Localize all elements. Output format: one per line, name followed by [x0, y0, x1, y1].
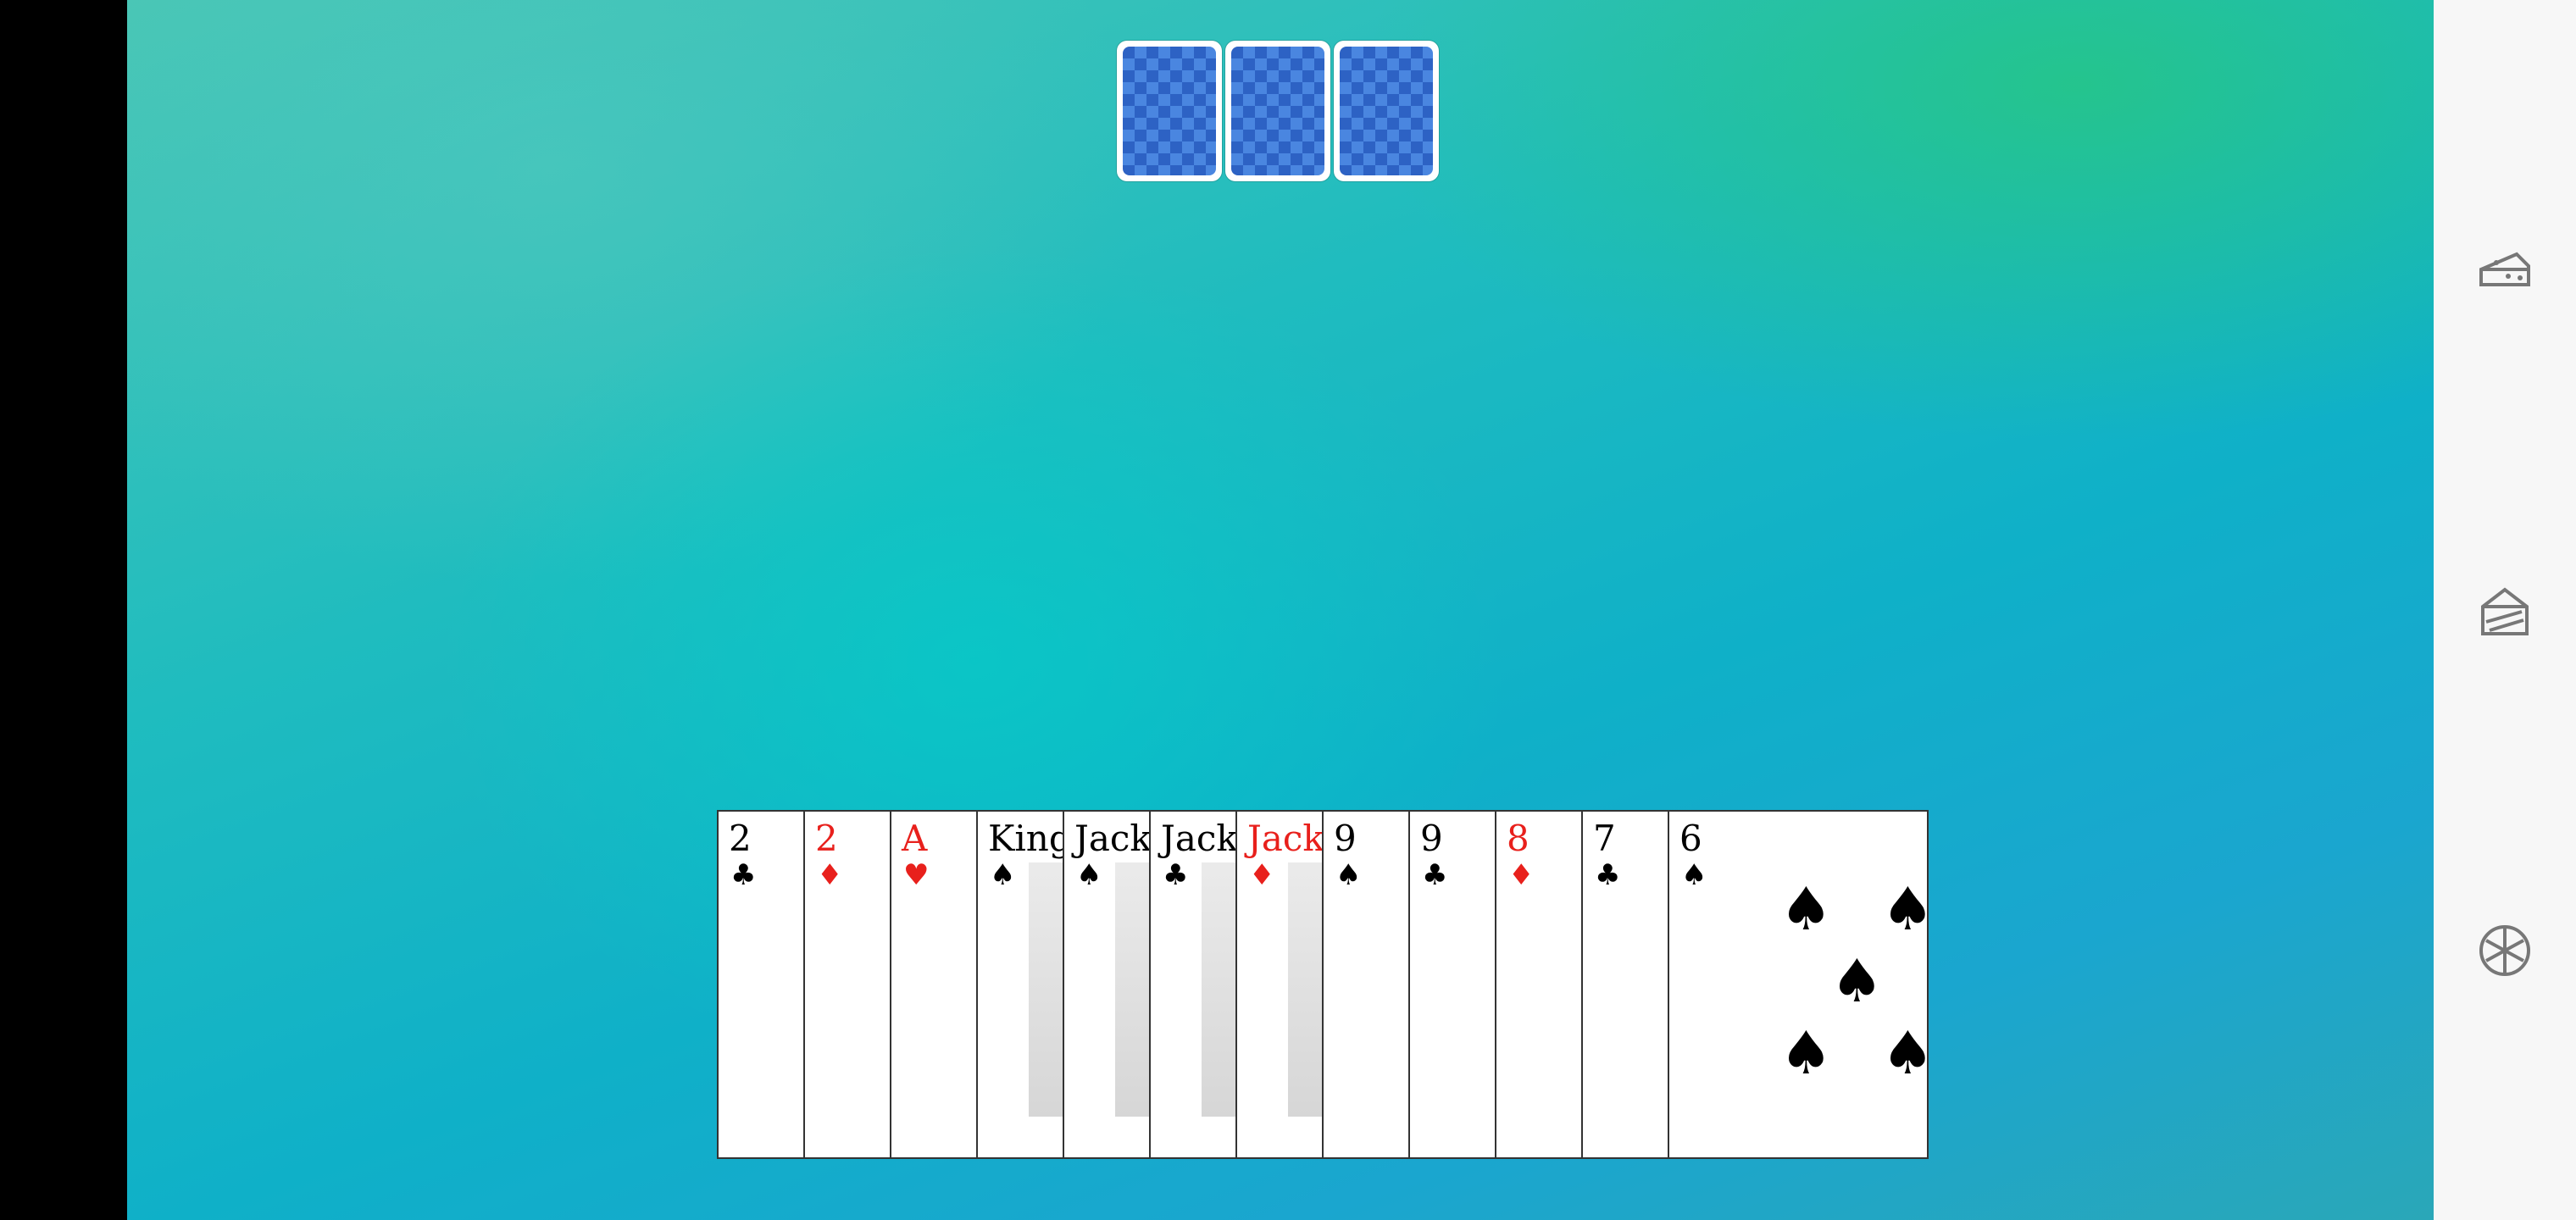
card-pip: ♠ [1881, 879, 1927, 939]
card-suit: ♠ [990, 858, 1016, 892]
settings-wheel-button[interactable] [2471, 917, 2539, 984]
card-suit: ♦ [1249, 858, 1275, 892]
settings-wheel-icon [2479, 925, 2530, 976]
cake-slice-icon [2479, 252, 2530, 286]
opponent-card-back [1334, 41, 1439, 181]
opponent-card-back [1225, 41, 1330, 181]
card-suit: ♣ [730, 858, 757, 892]
card-suit: ♠ [1076, 858, 1102, 892]
card-rank: 8 [1507, 818, 1530, 859]
cake-layer-button[interactable] [2471, 578, 2539, 646]
card-pip: ♠ [1779, 874, 1833, 944]
card-suit: ♠ [1335, 858, 1362, 892]
card-back-pattern [1123, 47, 1216, 175]
card-suit: ♣ [1422, 858, 1448, 892]
card-suit: ♥ [903, 858, 930, 892]
right-sidebar [2434, 0, 2576, 1220]
card-pip: ♠ [1881, 1023, 1927, 1083]
card-rank: 7 [1593, 818, 1616, 859]
card-rank: 6 [1679, 818, 1702, 859]
card-rank: Jack [1161, 818, 1238, 859]
card-suit: ♣ [1595, 858, 1621, 892]
card-pip: ♠ [1779, 1018, 1833, 1088]
card-suit: ♠ [1681, 858, 1707, 892]
card-rank: 2 [815, 818, 838, 859]
card-rank: 9 [1420, 818, 1443, 859]
card-pip: ♠ [1830, 946, 1884, 1016]
card-back-pattern [1231, 47, 1324, 175]
card-rank: King [988, 818, 1072, 859]
opponent-card-back [1117, 41, 1222, 181]
card-rank: Jack [1074, 818, 1152, 859]
card-rank: A [902, 818, 928, 859]
card-rank: 9 [1334, 818, 1357, 859]
cake-layer-icon [2481, 587, 2529, 635]
card-suit: ♣ [1163, 858, 1189, 892]
card-back-pattern [1340, 47, 1433, 175]
game-table: 2♣♣♣2♦♦♦A♥King♠Jack♠Jack♣Jack♦9♠♠♠♠♠♠9♣♣… [127, 0, 2434, 1220]
card-suit: ♦ [1508, 858, 1535, 892]
hand-card[interactable]: 6♠♠♠♠♠♠ [1668, 810, 1929, 1159]
card-rank: 2 [729, 818, 752, 859]
card-rank: Jack [1247, 818, 1324, 859]
card-suit: ♦ [817, 858, 843, 892]
cake-slice-button[interactable] [2471, 237, 2539, 305]
left-black-bar [0, 0, 127, 1220]
